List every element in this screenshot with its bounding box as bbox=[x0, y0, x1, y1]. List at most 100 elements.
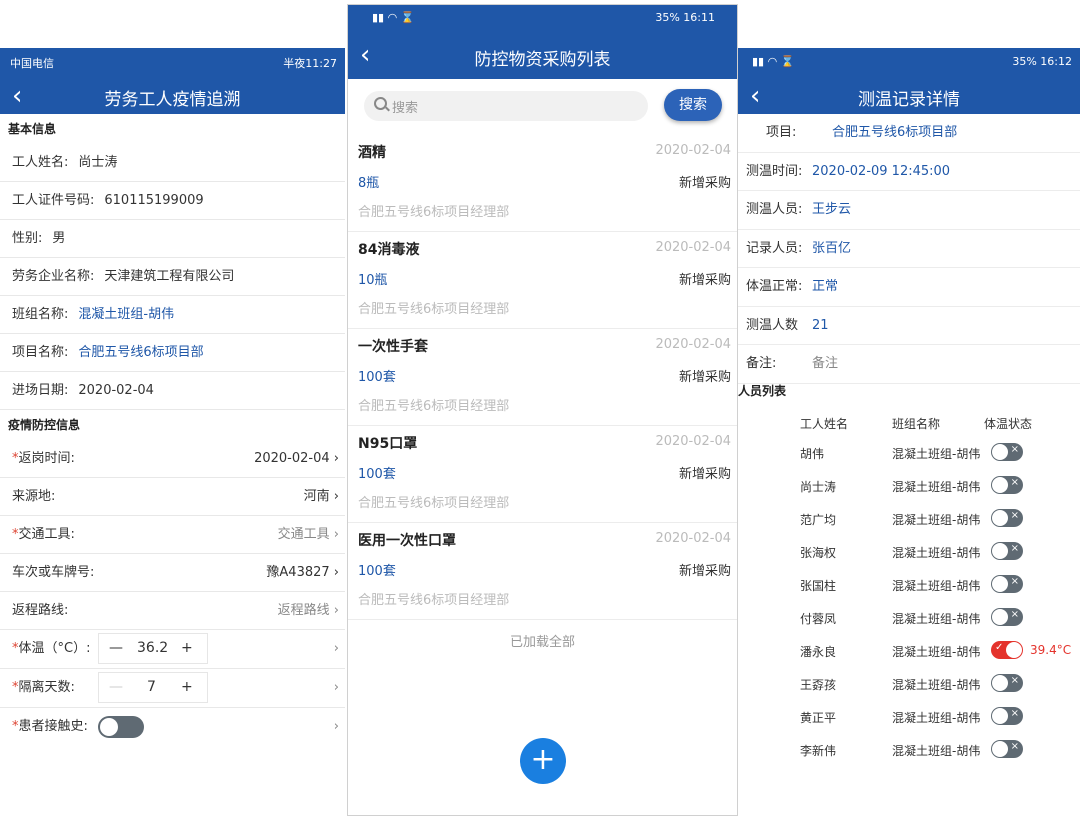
team-name: 混凝土班组-胡伟 bbox=[892, 513, 981, 527]
temperature-status-toggle[interactable]: × bbox=[991, 509, 1023, 527]
purchase-list-item[interactable]: 医用一次性口罩 2020-02-04 100套 新增采购 合肥五号线6标项目经理部 bbox=[348, 523, 737, 620]
detail-value: 王步云 bbox=[812, 202, 852, 217]
temperature-status-toggle[interactable]: ✓ bbox=[991, 641, 1023, 659]
temperature-status-toggle[interactable]: × bbox=[991, 674, 1023, 692]
field-value: 豫A43827 › bbox=[266, 565, 339, 580]
section-epidemic-info: 疫情防控信息 bbox=[0, 410, 345, 440]
header-bar: ‹ 测温记录详情 bbox=[738, 76, 1080, 114]
header-bar: ‹ 防控物资采购列表 bbox=[348, 31, 737, 79]
toggle-mark-icon: × bbox=[1010, 675, 1019, 686]
temperature-stepper[interactable]: — 36.2 + bbox=[98, 633, 208, 664]
toggle-mark-icon: × bbox=[1010, 609, 1019, 620]
detail-row: 测温人员: 王步云 bbox=[738, 191, 1080, 230]
detail-label: 测温时间: bbox=[746, 163, 803, 179]
detail-label: 备注: bbox=[746, 356, 777, 371]
search-button[interactable]: 搜索 bbox=[664, 89, 722, 121]
item-status: 新增采购 bbox=[678, 564, 731, 579]
temperature-status-toggle[interactable]: × bbox=[991, 740, 1023, 758]
plus-button[interactable]: + bbox=[181, 673, 193, 702]
temperature-value: 39.4°C bbox=[1030, 643, 1072, 657]
temperature-status-toggle[interactable]: × bbox=[991, 476, 1023, 494]
team-name: 混凝土班组-胡伟 bbox=[892, 744, 981, 758]
field-label: 车次或车牌号: bbox=[12, 565, 95, 580]
epidemic-info-row[interactable]: *交通工具: 交通工具 › bbox=[0, 516, 345, 554]
temperature-status-toggle[interactable]: × bbox=[991, 575, 1023, 593]
item-department: 合肥五号线6标项目经理部 bbox=[358, 496, 510, 511]
field-label: 进场日期: bbox=[12, 383, 69, 398]
contact-history-row: *患者接触史: › bbox=[0, 708, 345, 745]
worker-name: 张国柱 bbox=[800, 579, 837, 593]
basic-info-row: 工人姓名: 尚士涛 bbox=[0, 144, 345, 182]
temperature-status-toggle[interactable]: × bbox=[991, 443, 1023, 461]
temperature-status-toggle[interactable]: × bbox=[991, 542, 1023, 560]
worker-name: 胡伟 bbox=[800, 447, 825, 461]
person-row: 李新伟 混凝土班组-胡伟 × bbox=[738, 734, 1080, 767]
purchase-list-item[interactable]: 84消毒液 2020-02-04 10瓶 新增采购 合肥五号线6标项目经理部 bbox=[348, 232, 737, 329]
item-name: 医用一次性口罩 bbox=[358, 533, 456, 549]
chevron-right-icon: › bbox=[333, 719, 339, 734]
search-icon bbox=[374, 97, 387, 110]
field-value: 混凝土班组-胡伟 bbox=[78, 307, 175, 322]
field-label: 交通工具: bbox=[18, 527, 75, 542]
status-bar: ▮▮ ◠ ⌛ 35% 16:12 bbox=[738, 48, 1080, 76]
worker-name: 潘永良 bbox=[800, 645, 837, 659]
person-row: 范广均 混凝土班组-胡伟 × bbox=[738, 503, 1080, 536]
purchase-list-item[interactable]: 酒精 2020-02-04 8瓶 新增采购 合肥五号线6标项目经理部 bbox=[348, 135, 737, 232]
worker-name: 黄正平 bbox=[800, 711, 837, 725]
item-name: 84消毒液 bbox=[358, 242, 420, 258]
isolation-days-stepper[interactable]: — 7 + bbox=[98, 672, 208, 703]
contact-history-toggle[interactable] bbox=[98, 716, 144, 738]
detail-value: 张百亿 bbox=[812, 240, 852, 256]
temperature-status-toggle[interactable]: × bbox=[991, 707, 1023, 725]
chevron-right-icon: › bbox=[333, 489, 339, 504]
search-input[interactable]: 搜索 bbox=[364, 91, 648, 121]
team-name: 混凝土班组-胡伟 bbox=[892, 447, 981, 461]
isolation-days-row: *隔离天数: — 7 + › bbox=[0, 669, 345, 708]
person-row: 张国柱 混凝土班组-胡伟 × bbox=[738, 569, 1080, 602]
detail-row: 体温正常: 正常 bbox=[738, 268, 1080, 307]
detail-row: 记录人员: 张百亿 bbox=[738, 230, 1080, 268]
item-date: 2020-02-04 bbox=[655, 337, 731, 352]
item-date: 2020-02-04 bbox=[655, 240, 731, 255]
detail-label: 记录人员: bbox=[746, 240, 803, 256]
field-value: 合肥五号线6标项目部 bbox=[78, 345, 204, 360]
basic-info-row: 劳务企业名称: 天津建筑工程有限公司 bbox=[0, 258, 345, 296]
epidemic-info-row[interactable]: *返岗时间: 2020-02-04 › bbox=[0, 440, 345, 478]
worker-name: 李新伟 bbox=[800, 744, 837, 758]
signal-icons: ▮▮ ◠ ⌛ bbox=[372, 11, 415, 24]
plus-button[interactable]: + bbox=[181, 634, 193, 663]
person-row: 王孬孩 混凝土班组-胡伟 × bbox=[738, 668, 1080, 701]
field-value: 610115199009 bbox=[104, 193, 204, 208]
detail-label: 测温人员: bbox=[746, 202, 803, 217]
item-department: 合肥五号线6标项目经理部 bbox=[358, 593, 510, 608]
toggle-mark-icon: × bbox=[1010, 708, 1019, 719]
temperature-status-toggle[interactable]: × bbox=[991, 608, 1023, 626]
add-button[interactable]: + bbox=[520, 738, 566, 784]
supplies-purchase-screen: ▮▮ ◠ ⌛ 35% 16:11 ‹ 防控物资采购列表 搜索 搜索 酒精 2020… bbox=[347, 4, 738, 816]
item-quantity: 100套 bbox=[358, 467, 396, 482]
item-name: 一次性手套 bbox=[358, 339, 428, 355]
field-label: 劳务企业名称: bbox=[12, 269, 95, 284]
people-table-header: 工人姓名 班组名称 体温状态 bbox=[738, 415, 1080, 439]
epidemic-info-row[interactable]: 返程路线: 返程路线 › bbox=[0, 592, 345, 630]
detail-row: 测温时间: 2020-02-09 12:45:00 bbox=[738, 153, 1080, 191]
field-value: 尚士涛 bbox=[78, 155, 118, 170]
field-label: 来源地: bbox=[12, 489, 56, 504]
item-quantity: 10瓶 bbox=[358, 273, 388, 288]
status-time: 35% 16:11 bbox=[655, 11, 715, 24]
status-time: 35% 16:12 bbox=[1012, 55, 1072, 68]
minus-button[interactable]: — bbox=[109, 634, 123, 663]
field-value: 交通工具 › bbox=[277, 527, 339, 542]
field-value: 2020-02-04 › bbox=[254, 451, 339, 466]
carrier-label: 中国电信 bbox=[10, 57, 54, 70]
field-label: 工人姓名: bbox=[12, 155, 69, 170]
epidemic-info-row[interactable]: 车次或车牌号: 豫A43827 › bbox=[0, 554, 345, 592]
col-header: 体温状态 bbox=[984, 417, 1033, 431]
chevron-right-icon: › bbox=[333, 451, 339, 466]
item-quantity: 100套 bbox=[358, 564, 396, 579]
purchase-list-item[interactable]: 一次性手套 2020-02-04 100套 新增采购 合肥五号线6标项目经理部 bbox=[348, 329, 737, 426]
toggle-mark-icon: × bbox=[1010, 510, 1019, 521]
minus-button[interactable]: — bbox=[109, 673, 123, 702]
purchase-list-item[interactable]: N95口罩 2020-02-04 100套 新增采购 合肥五号线6标项目经理部 bbox=[348, 426, 737, 523]
epidemic-info-row[interactable]: 来源地: 河南 › bbox=[0, 478, 345, 516]
